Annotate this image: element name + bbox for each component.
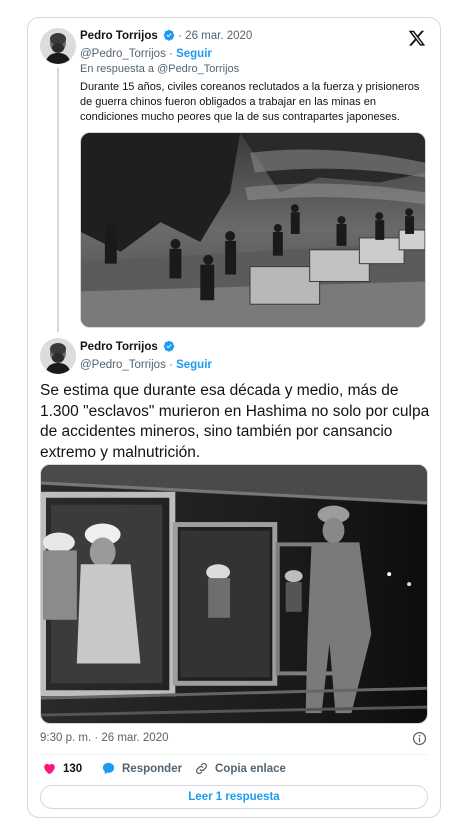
parent-header: Pedro Torrijos · 26 mar. 2020 — [80, 29, 252, 43]
handle-separator: · — [169, 359, 173, 371]
reply-prefix: En respuesta a — [80, 63, 154, 75]
link-icon — [196, 763, 207, 774]
heart-icon — [44, 763, 55, 775]
copy-link-label: Copia enlace — [215, 762, 286, 775]
parent-author-handle[interactable]: @Pedro_Torrijos — [80, 48, 166, 60]
parent-follow-link[interactable]: Seguir — [176, 48, 212, 60]
parent-author-name[interactable]: Pedro Torrijos — [80, 30, 158, 42]
reply-context: En respuesta a @Pedro_Torrijos — [80, 63, 239, 75]
parent-author-avatar[interactable] — [40, 28, 76, 64]
main-tweet-photo[interactable] — [40, 464, 428, 724]
handle-separator: · — [169, 48, 173, 60]
read-replies-button[interactable]: Leer 1 respuesta — [40, 785, 428, 809]
actions-divider — [40, 754, 428, 755]
info-icon[interactable] — [412, 731, 427, 746]
reply-bubble-icon — [102, 762, 115, 775]
x-logo-icon[interactable] — [408, 29, 426, 47]
parent-handle-row: @Pedro_Torrijos · Seguir — [80, 47, 212, 61]
reply-to-handle[interactable]: @Pedro_Torrijos — [157, 63, 239, 75]
main-handle-row: @Pedro_Torrijos · Seguir — [80, 358, 212, 372]
main-follow-link[interactable]: Seguir — [176, 359, 212, 371]
main-tweet-text: Se estima que durante esa década y medio… — [40, 382, 430, 461]
tweet-timestamp[interactable]: 9:30 p. m. · 26 mar. 2020 — [40, 732, 169, 744]
main-author-handle[interactable]: @Pedro_Torrijos — [80, 359, 166, 371]
main-header: Pedro Torrijos — [80, 340, 175, 354]
parent-tweet-photo[interactable] — [80, 132, 426, 328]
parent-tweet-text: Durante 15 años, civiles coreanos reclut… — [80, 81, 420, 123]
reply-label: Responder — [122, 762, 183, 775]
main-author-name[interactable]: Pedro Torrijos — [80, 341, 158, 353]
copy-link-button[interactable]: Copia enlace — [194, 761, 286, 776]
verified-badge-icon — [163, 29, 175, 41]
like-count: 130 — [63, 762, 83, 775]
tweet-embed-card: Pedro Torrijos · 26 mar. 2020 @Pedro_Tor… — [27, 17, 441, 818]
main-author-avatar[interactable] — [40, 338, 76, 374]
thread-connector-line — [57, 68, 59, 332]
parent-tweet-date[interactable]: · 26 mar. 2020 — [178, 30, 252, 42]
like-button[interactable]: 130 — [42, 761, 82, 776]
reply-button[interactable]: Responder — [101, 761, 182, 776]
verified-badge-icon — [163, 340, 175, 352]
